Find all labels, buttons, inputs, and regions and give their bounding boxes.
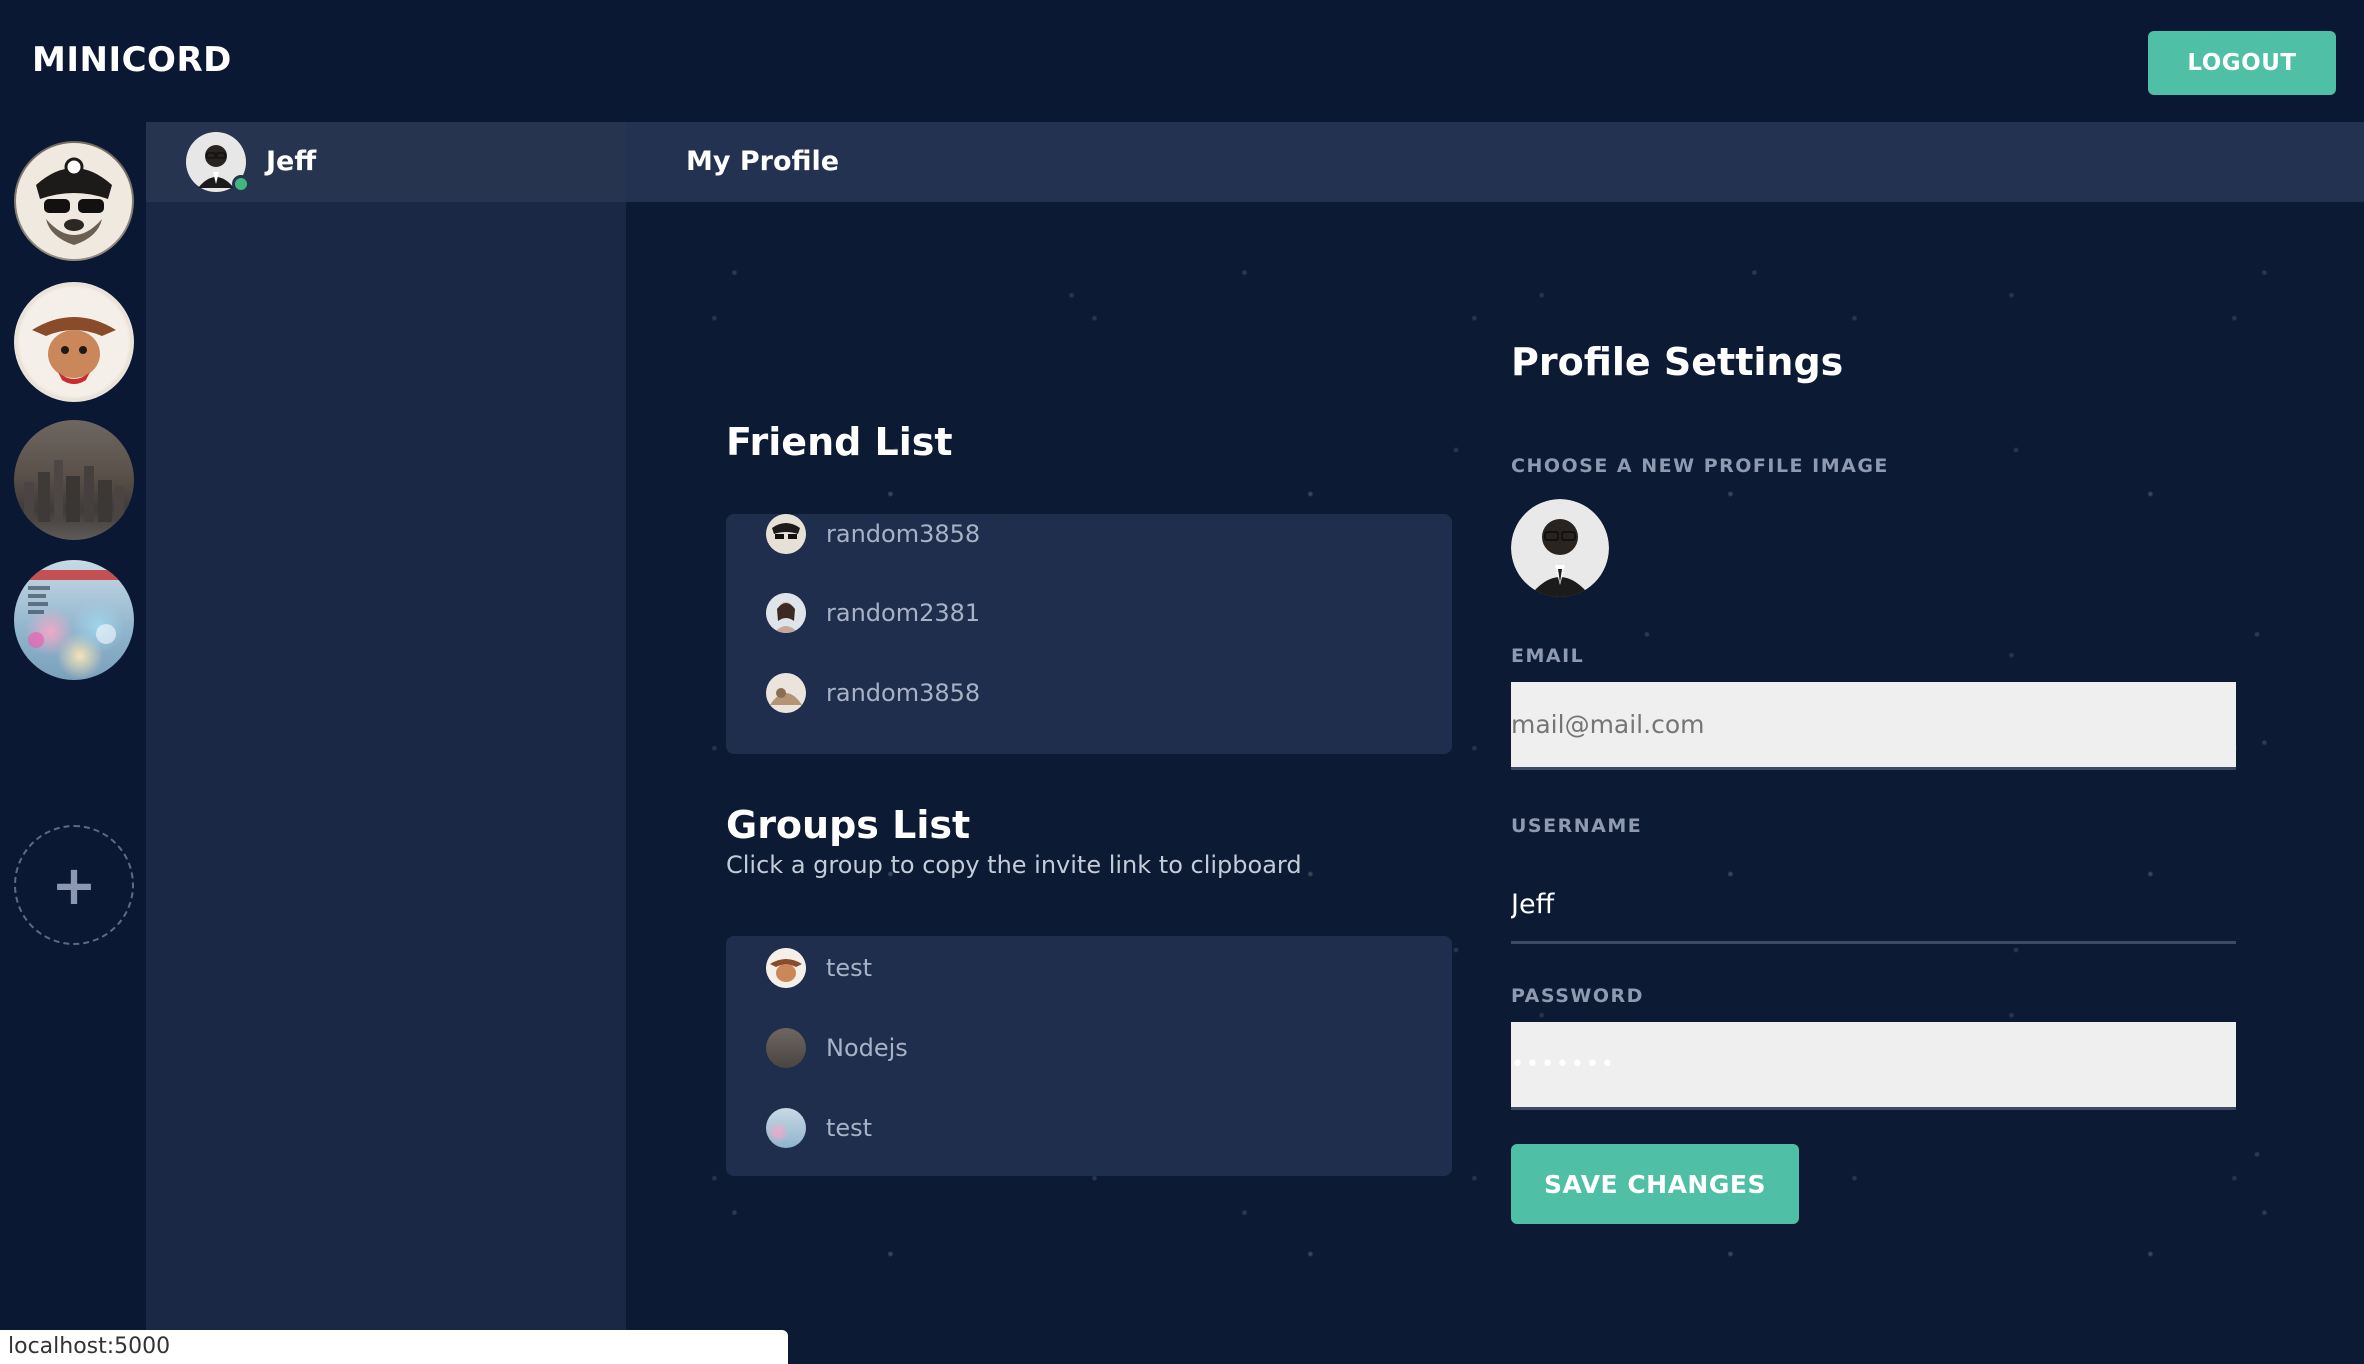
username-label: USERNAME xyxy=(1511,815,1643,837)
status-bar-url: localhost:5000 xyxy=(0,1330,788,1364)
lion-avatar-icon xyxy=(16,143,132,259)
username-field[interactable] xyxy=(1511,868,2236,944)
email-field[interactable] xyxy=(1511,682,2236,770)
friend-name: random3858 xyxy=(826,520,981,548)
plus-icon: + xyxy=(51,853,97,917)
top-bar: MINICORD LOGOUT xyxy=(0,0,2364,122)
server-icon-bokeh[interactable] xyxy=(14,560,134,680)
groups-list-subtitle: Click a group to copy the invite link to… xyxy=(726,851,1302,879)
profile-image-icon xyxy=(1511,499,1609,597)
group-item[interactable]: test xyxy=(766,1106,872,1150)
group-name: test xyxy=(826,1114,873,1142)
group-item[interactable]: test xyxy=(766,946,872,990)
save-changes-button[interactable]: SAVE CHANGES xyxy=(1511,1144,1799,1224)
password-field[interactable] xyxy=(1511,1022,2236,1110)
friend-list: random3858 random2381 random3858 xyxy=(726,514,1452,754)
friend-avatar-icon xyxy=(766,593,806,633)
server-rail: + xyxy=(0,122,146,1364)
profile-settings-title: Profile Settings xyxy=(1511,340,1844,384)
cowboy-avatar-icon xyxy=(20,288,128,396)
logout-button[interactable]: LOGOUT xyxy=(2148,31,2336,95)
current-user-name: Jeff xyxy=(266,146,317,177)
server-icon-lion[interactable] xyxy=(14,141,134,261)
friend-avatar-icon xyxy=(766,673,806,713)
server-icon-cowboy[interactable] xyxy=(14,282,134,402)
add-server-button[interactable]: + xyxy=(14,825,134,945)
online-status-indicator xyxy=(232,175,250,193)
server-icon-city[interactable] xyxy=(14,420,134,540)
current-user-panel[interactable]: Jeff xyxy=(146,122,626,202)
group-avatar-icon xyxy=(766,948,806,988)
app-logo[interactable]: MINICORD xyxy=(32,40,232,80)
friend-item[interactable]: random3858 xyxy=(766,514,980,556)
profile-image-picker[interactable] xyxy=(1511,499,1609,597)
groups-list-title: Groups List xyxy=(726,803,971,847)
group-name: test xyxy=(826,954,873,982)
password-label: PASSWORD xyxy=(1511,985,1644,1007)
group-avatar-icon xyxy=(766,1028,806,1068)
email-label: EMAIL xyxy=(1511,645,1585,667)
channel-sidebar: Jeff xyxy=(146,122,626,1364)
friend-avatar-icon xyxy=(766,514,806,554)
friend-name: random2381 xyxy=(826,599,981,627)
friend-name: random3858 xyxy=(826,679,981,707)
friend-list-title: Friend List xyxy=(726,420,953,464)
city-avatar-icon xyxy=(24,460,124,522)
group-avatar-icon xyxy=(766,1108,806,1148)
groups-list: test Nodejs test xyxy=(726,936,1452,1176)
friend-item[interactable]: random3858 xyxy=(766,671,980,715)
bokeh-avatar-icon xyxy=(24,570,124,648)
group-item[interactable]: Nodejs xyxy=(766,1026,908,1070)
page-title: My Profile xyxy=(686,146,840,177)
main-header: My Profile xyxy=(626,122,2364,202)
group-name: Nodejs xyxy=(826,1034,908,1062)
profile-image-label: CHOOSE A NEW PROFILE IMAGE xyxy=(1511,455,1889,477)
friend-item[interactable]: random2381 xyxy=(766,591,980,635)
